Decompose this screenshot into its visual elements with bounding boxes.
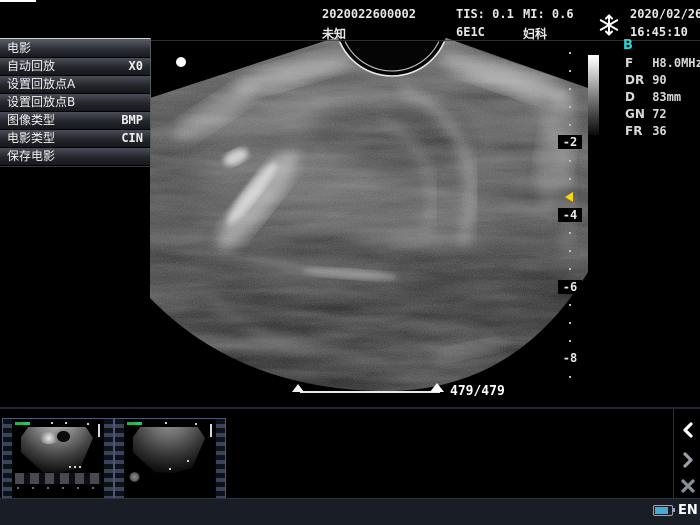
filmstrip-edge: [3, 419, 12, 499]
probe-model: 6E1C: [456, 25, 485, 39]
depth-label-6: -6: [558, 280, 582, 294]
menu-item-auto-playback[interactable]: 自动回放 X0: [0, 58, 150, 76]
filmstrip-edge: [216, 419, 225, 499]
menu-item-image-type[interactable]: 图像类型 BMP: [0, 112, 150, 130]
param-frequency: F H8.0MHz: [625, 56, 700, 73]
patient-id: 2020022600002: [322, 7, 416, 21]
menu-value-image-type: BMP: [121, 112, 143, 129]
artifact-line: [0, 0, 36, 2]
date-readout: 2020/02/26: [630, 7, 700, 21]
filmstrip-edge: [104, 419, 113, 499]
grayscale-bar: [588, 55, 599, 135]
chevron-left-icon[interactable]: [678, 420, 698, 440]
tis-readout: TIS: 0.1: [456, 7, 514, 21]
depth-label-8: -8: [558, 351, 582, 365]
param-depth: D 83mm: [625, 90, 681, 107]
cine-scrubber-track[interactable]: [300, 391, 440, 393]
input-language-indicator[interactable]: EN: [678, 503, 698, 518]
snowflake-icon: [598, 14, 620, 36]
thumbnail-strip: [0, 407, 700, 500]
mini-thumbnail-row: [15, 473, 101, 484]
orientation-marker-dot: [176, 57, 186, 67]
filmstrip-edge: [115, 419, 124, 499]
time-readout: 16:45:10: [630, 25, 688, 39]
depth-label-2: -2: [558, 135, 582, 149]
menu-value-cine-type: CIN: [121, 130, 143, 147]
cine-menu: 电影 自动回放 X0 设置回放点A 设置回放点B 图像类型 BMP 电影类型 C…: [0, 38, 151, 167]
param-frame-rate: FR 36: [625, 124, 667, 141]
chevron-right-icon[interactable]: [678, 450, 698, 470]
mini-status-text: [127, 422, 142, 425]
param-dynamic-range: DR 90: [625, 73, 667, 90]
param-gain: GN 72: [625, 107, 667, 124]
mini-status-text: [15, 422, 30, 425]
mini-ultrasound-fan: [133, 427, 205, 473]
cine-start-marker[interactable]: [292, 384, 304, 392]
strip-divider: [673, 409, 674, 500]
menu-item-save-cine[interactable]: 保存电影: [0, 148, 150, 166]
focus-triangle-icon[interactable]: [565, 192, 573, 202]
menu-item-cine-type[interactable]: 电影类型 CIN: [0, 130, 150, 148]
battery-icon: [653, 505, 673, 516]
ultrasound-screen: 2020022600002 未知 TIS: 0.1 MI: 0.6 6E1C 妇…: [0, 0, 700, 525]
mini-cyst: [57, 431, 70, 442]
cine-position-marker[interactable]: [430, 383, 444, 392]
status-bar: EN: [0, 498, 700, 525]
close-icon[interactable]: [678, 476, 698, 496]
menu-value-auto-playback: X0: [129, 58, 143, 75]
frame-counter: 479/479: [450, 384, 505, 399]
mode-indicator: B: [623, 38, 633, 53]
cine-thumbnail-1[interactable]: [2, 418, 114, 500]
menu-item-set-point-a[interactable]: 设置回放点A: [0, 76, 150, 94]
cine-thumbnail-2[interactable]: [114, 418, 226, 500]
mi-readout: MI: 0.6: [523, 7, 574, 21]
menu-title-cine[interactable]: 电影: [0, 39, 150, 58]
depth-label-4: -4: [558, 208, 582, 222]
menu-item-set-point-b[interactable]: 设置回放点B: [0, 94, 150, 112]
